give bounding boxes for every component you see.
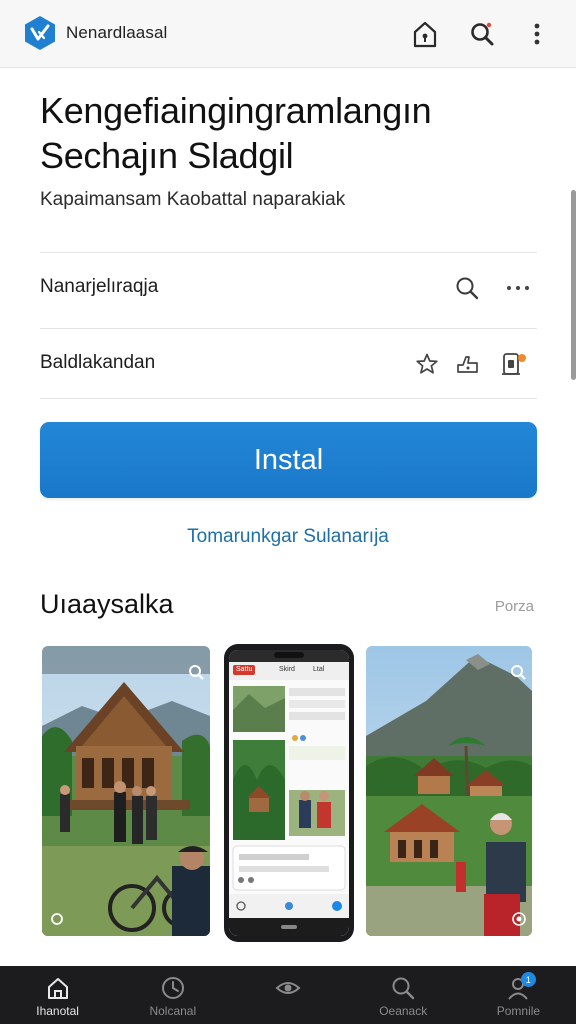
page-subtitle: Kapaimansam Kaobattal naparakiak xyxy=(40,189,346,210)
search-icon[interactable] xyxy=(452,273,482,303)
divider xyxy=(40,328,537,329)
secondary-link[interactable]: Tomarunkgar Sulanarıja xyxy=(0,526,576,548)
nav-item-profile[interactable]: 1 Pomnile xyxy=(461,966,576,1024)
home-lock-icon[interactable] xyxy=(409,18,441,50)
divider xyxy=(40,252,537,253)
phone-screen: Sattu Skird Ltal xyxy=(229,650,349,936)
screenshot-3[interactable] xyxy=(366,646,532,936)
nav-label: Nolcanal xyxy=(149,1004,197,1018)
phone-tag-1: Sattu xyxy=(236,666,253,673)
nav-item-search[interactable]: Oeanack xyxy=(346,966,461,1024)
search-icon[interactable] xyxy=(466,18,498,50)
nav-item-home[interactable]: Ihanotal xyxy=(0,966,115,1024)
more-horiz-icon[interactable] xyxy=(503,273,533,303)
phone-tag-3: Ltal xyxy=(313,666,325,673)
nav-label: Oeanack xyxy=(379,1004,428,1018)
row-label-2[interactable]: Baldlakandan xyxy=(40,352,155,374)
zoom-icon[interactable] xyxy=(188,664,204,680)
nav-label: Ihanotal xyxy=(36,1004,79,1018)
section-title: Uıaaysalka xyxy=(40,589,174,619)
screenshot-image xyxy=(366,646,532,936)
phone-screen-art xyxy=(229,650,349,936)
divider xyxy=(40,398,537,399)
notification-badge: 1 xyxy=(520,972,536,987)
brand[interactable]: Nenardlaasal xyxy=(22,15,167,51)
share-icon[interactable] xyxy=(453,349,483,379)
screenshot-1[interactable] xyxy=(42,646,210,936)
app-logo-icon xyxy=(25,16,55,50)
badge-icon[interactable] xyxy=(499,349,529,379)
row-label-1[interactable]: Nanarjelıraqja xyxy=(40,276,158,298)
nav-item-recent[interactable]: Nolcanal xyxy=(115,966,230,1024)
install-button[interactable]: Instal xyxy=(40,422,537,498)
clock-icon xyxy=(161,977,184,999)
zoom-icon[interactable] xyxy=(510,664,526,680)
eye-icon xyxy=(275,982,301,994)
nav-label: Pomnile xyxy=(496,1004,541,1018)
star-icon[interactable] xyxy=(412,349,442,379)
page-title: Kengefiaingingramlangın Sechajın Sladgil xyxy=(40,90,432,176)
screenshot-image xyxy=(42,646,210,936)
top-app-bar: Nenardlaasal xyxy=(0,0,576,68)
bottom-nav: Ihanotal Nolcanal Oeanack 1 Pomnile xyxy=(0,966,576,1024)
like-icon[interactable] xyxy=(50,912,64,926)
brand-name: Nenardlaasal xyxy=(66,23,168,42)
search-icon xyxy=(392,977,415,1000)
screenshot-2[interactable]: Sattu Skird Ltal xyxy=(224,644,354,942)
phone-tag-2: Skird xyxy=(279,666,295,673)
play-icon[interactable] xyxy=(512,912,526,926)
scrollbar[interactable] xyxy=(571,190,576,380)
section-more-link[interactable]: Porza xyxy=(495,598,534,615)
nav-item-discover[interactable] xyxy=(230,966,345,1024)
more-vert-icon[interactable] xyxy=(521,18,553,50)
home-icon xyxy=(47,978,68,999)
